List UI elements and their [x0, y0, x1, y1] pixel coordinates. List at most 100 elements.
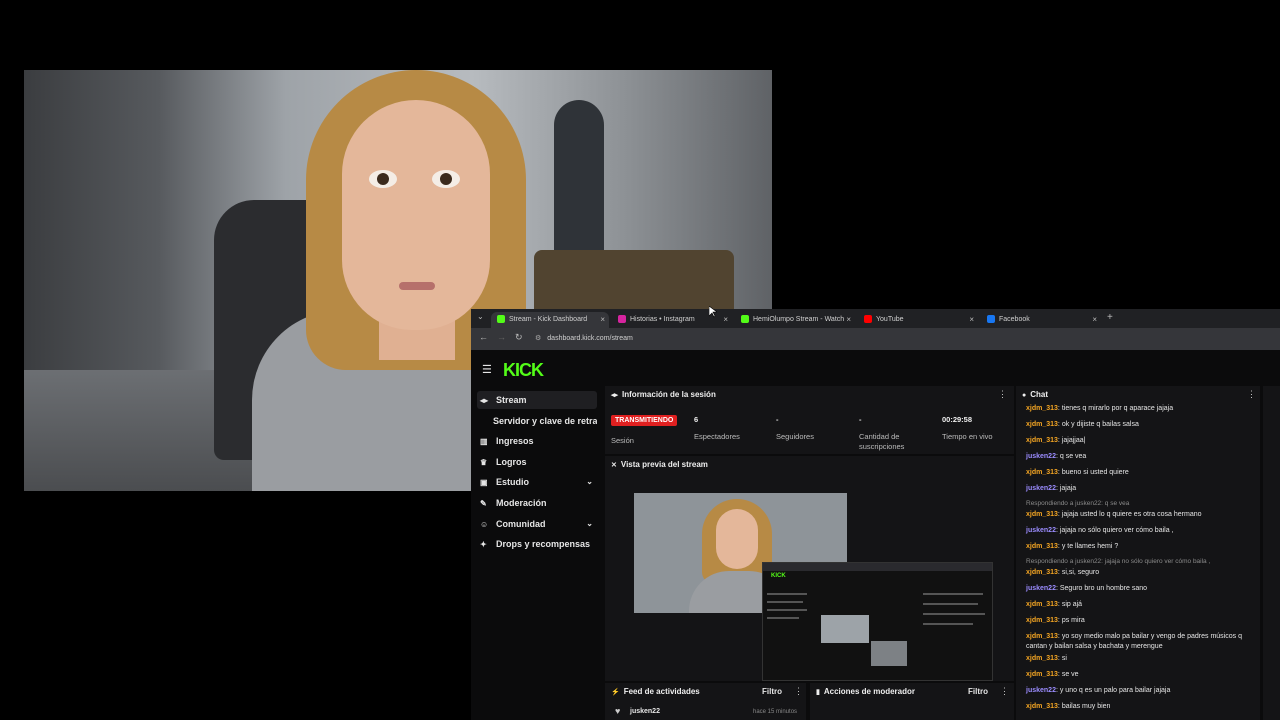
mod-filter-button[interactable]: Filtro: [968, 687, 988, 696]
back-icon[interactable]: ←: [479, 332, 488, 342]
sidebar-item-label: Logros: [496, 456, 527, 467]
right-panel-edge: [1263, 386, 1280, 720]
chat-message[interactable]: xjdm_313: si,si, seguro: [1026, 568, 1258, 578]
inner-tabbar: [763, 563, 992, 571]
chat-username[interactable]: xjdm_313: [1026, 671, 1058, 678]
sidebar-item[interactable]: ▥ Ingresos: [477, 432, 597, 450]
chat-username[interactable]: xjdm_313: [1026, 405, 1058, 412]
sidebar-item[interactable]: ✦ Drops y recompensas: [477, 535, 597, 553]
sidebar-item[interactable]: ▣ Estudio ⌄: [477, 473, 597, 491]
chat-message[interactable]: jusken22: jajaja: [1026, 484, 1258, 494]
inner-line: [767, 609, 807, 611]
chat-username[interactable]: xjdm_313: [1026, 617, 1058, 624]
community-icon: ☺: [480, 519, 489, 529]
inner-line: [923, 623, 973, 625]
menu-icon[interactable]: ☰: [482, 363, 492, 376]
reload-icon[interactable]: ↻: [515, 332, 523, 343]
chat-text: jajajjaa|: [1061, 437, 1086, 444]
sidebar-item[interactable]: ♛ Logros: [477, 453, 597, 471]
url-field[interactable]: ⚙ dashboard.kick.com/stream: [535, 332, 1275, 346]
inner-video: [821, 615, 869, 643]
close-tab-icon[interactable]: ×: [723, 312, 728, 328]
chat-message[interactable]: xjdm_313: yo soy medio malo pa bailar y …: [1026, 632, 1258, 652]
activity-user[interactable]: jusken22: [630, 708, 660, 715]
forward-icon[interactable]: →: [497, 332, 506, 342]
activity-more-icon[interactable]: ⋮: [794, 686, 803, 697]
chat-username[interactable]: xjdm_313: [1026, 703, 1058, 710]
preview-face: [716, 509, 758, 569]
chat-username[interactable]: xjdm_313: [1026, 655, 1058, 662]
close-tab-icon[interactable]: ×: [600, 312, 605, 328]
sidebar-item[interactable]: Servidor y clave de retransmisión: [477, 412, 597, 430]
chat-username[interactable]: xjdm_313: [1026, 569, 1058, 576]
chat-username[interactable]: jusken22: [1026, 585, 1056, 592]
activity-filter-button[interactable]: Filtro: [762, 687, 782, 696]
close-tab-icon[interactable]: ×: [846, 312, 851, 328]
sidebar-item[interactable]: ✎ Moderación: [477, 494, 597, 512]
chat-message[interactable]: jusken22: Seguro bro un hombre sano: [1026, 584, 1258, 594]
inner-line: [767, 601, 803, 603]
close-tab-icon[interactable]: ×: [1092, 312, 1097, 328]
chat-text: jajaja usted lo q quiere es otra cosa he…: [1061, 511, 1202, 518]
browser-tab[interactable]: HemiOlumpo Stream - Watch ×: [735, 312, 855, 328]
inner-line: [923, 603, 978, 605]
tab-title: Historias • Instagram: [630, 316, 695, 323]
chat-message[interactable]: jusken22: y uno q es un palo para bailar…: [1026, 686, 1258, 696]
tab-bar: ⌄ Stream - Kick Dashboard × Historias • In…: [471, 309, 1280, 328]
chat-username[interactable]: jusken22: [1026, 485, 1056, 492]
stream-preview-title: ✕ Vista previa del stream: [611, 460, 708, 469]
chat-message[interactable]: xjdm_313: sip ajá: [1026, 600, 1258, 610]
browser-tab[interactable]: Facebook ×: [981, 312, 1101, 328]
chat-message[interactable]: xjdm_313: ok y dijiste q bailas salsa: [1026, 420, 1258, 430]
chat-bubble-icon: ●: [1022, 392, 1027, 399]
tab-search-icon[interactable]: ⌄: [477, 312, 484, 321]
chat-username[interactable]: xjdm_313: [1026, 437, 1058, 444]
stream-icon: ◂▸: [480, 396, 489, 405]
chat-username[interactable]: xjdm_313: [1026, 543, 1058, 550]
browser-tab[interactable]: Stream - Kick Dashboard ×: [491, 312, 609, 328]
chat-more-icon[interactable]: ⋮: [1247, 389, 1256, 400]
chat-message[interactable]: jusken22: jajaja no sólo quiero ver cómo…: [1026, 526, 1258, 536]
close-tab-icon[interactable]: ×: [969, 312, 974, 328]
gift-icon: ✦: [480, 540, 487, 550]
chat-message[interactable]: xjdm_313: ps mira: [1026, 616, 1258, 626]
mod-more-icon[interactable]: ⋮: [1000, 686, 1009, 697]
chat-username[interactable]: xjdm_313: [1026, 469, 1058, 476]
streamer-mouth: [399, 282, 435, 290]
kick-logo[interactable]: KICK: [503, 360, 544, 381]
session-more-icon[interactable]: ⋮: [998, 389, 1007, 400]
chat-username[interactable]: xjdm_313: [1026, 601, 1058, 608]
chat-message[interactable]: xjdm_313: si: [1026, 654, 1258, 664]
chat-message[interactable]: xjdm_313: tienes q mirarlo por q aparace…: [1026, 404, 1258, 414]
sidebar-item[interactable]: ◂▸ Stream: [477, 391, 597, 409]
chat-username[interactable]: jusken22: [1026, 453, 1056, 460]
chat-message[interactable]: jusken22: q se vea: [1026, 452, 1258, 462]
inner-line: [923, 613, 985, 615]
chat-reply-context: Respondiendo a jusken22: q se vea: [1026, 500, 1130, 507]
browser-tab[interactable]: YouTube ×: [858, 312, 978, 328]
chat-text: ps mira: [1061, 617, 1085, 624]
chat-message[interactable]: xjdm_313: jajajjaa|: [1026, 436, 1258, 446]
sidebar-item[interactable]: ☺ Comunidad ⌄: [477, 515, 597, 533]
chat-message[interactable]: xjdm_313: bailas muy bien: [1026, 702, 1258, 712]
chat-panel: ● Chat ⋮ xjdm_313: tienes q mirarlo por q…: [1016, 386, 1260, 720]
chat-message[interactable]: xjdm_313: se ve: [1026, 670, 1258, 680]
chat-message[interactable]: xjdm_313: y te llames hemi ?: [1026, 542, 1258, 552]
chat-username[interactable]: xjdm_313: [1026, 421, 1058, 428]
moderator-actions-title: ▮ Acciones de moderador: [816, 687, 915, 696]
inner-kick-logo: KICK: [771, 573, 786, 579]
kick-icon: [497, 315, 505, 324]
chevron-down-icon[interactable]: ⌄: [586, 473, 593, 491]
site-info-icon[interactable]: ⚙: [535, 335, 541, 342]
chat-message[interactable]: xjdm_313: jajaja usted lo q quiere es ot…: [1026, 510, 1258, 520]
trophy-icon: ♛: [480, 457, 488, 467]
chat-username[interactable]: jusken22: [1026, 687, 1056, 694]
dashboard-sidebar: ◂▸ Stream Servidor y clave de retransmisió…: [471, 386, 603, 720]
chat-username[interactable]: xjdm_313: [1026, 511, 1058, 518]
chat-message[interactable]: xjdm_313: bueno si usted quiere: [1026, 468, 1258, 478]
chevron-down-icon[interactable]: ⌄: [586, 515, 593, 533]
inner-line: [767, 593, 807, 595]
chat-username[interactable]: xjdm_313: [1026, 633, 1058, 640]
new-tab-icon[interactable]: +: [1107, 312, 1113, 323]
chat-username[interactable]: jusken22: [1026, 527, 1056, 534]
